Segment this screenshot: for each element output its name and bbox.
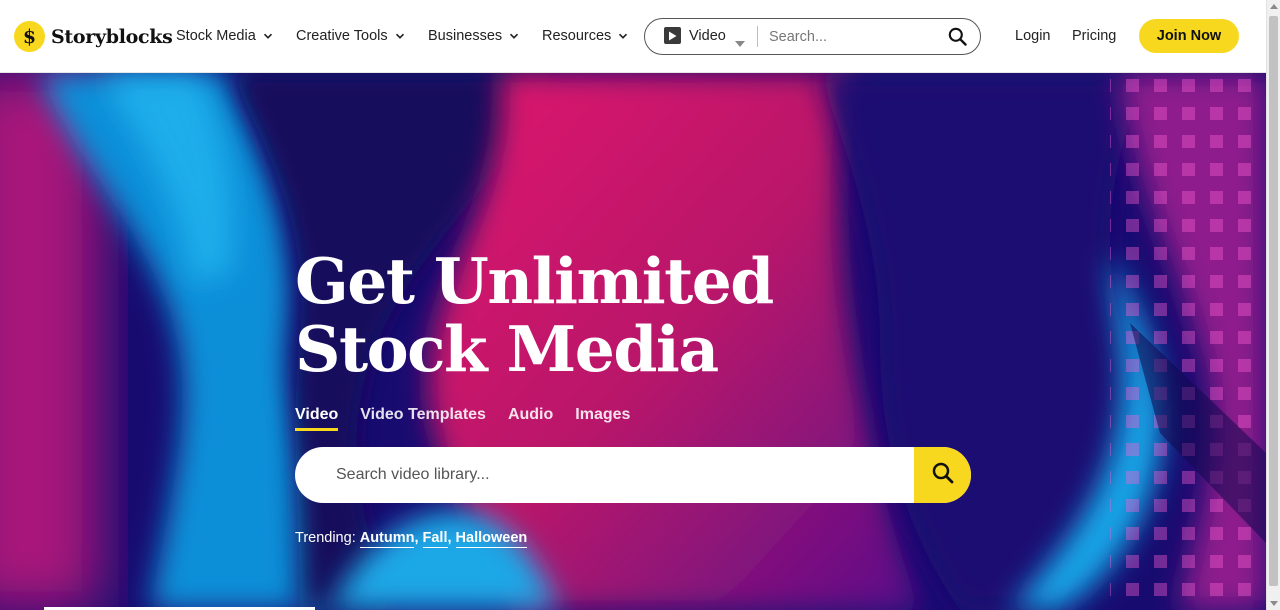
header-search-bar: Video	[644, 18, 981, 55]
hero-section: Get Unlimited Stock Media Video Video Te…	[0, 73, 1266, 610]
nav-resources[interactable]: Resources	[542, 28, 628, 44]
chevron-down-icon	[618, 31, 628, 41]
logo[interactable]: $ Storyblocks	[14, 21, 173, 52]
hero-search-button[interactable]	[914, 447, 971, 503]
nav-businesses[interactable]: Businesses	[428, 28, 519, 44]
nav-label: Businesses	[428, 28, 503, 44]
trending-link-halloween[interactable]: Halloween	[455, 530, 528, 548]
logo-text: Storyblocks	[51, 25, 173, 48]
chevron-down-icon	[395, 31, 405, 41]
hero-title-line-1: Get Unlimited	[295, 244, 774, 318]
header-search-input[interactable]	[769, 27, 939, 47]
trending-separator: ,	[414, 530, 419, 546]
logo-mark-icon: $	[14, 21, 45, 52]
trending-row: Trending: Autumn , Fall , Halloween	[295, 530, 528, 548]
site-header: $ Storyblocks Stock Media Creative Tools…	[0, 0, 1266, 73]
hero-title-line-2: Stock Media	[295, 312, 719, 386]
nav-stock-media[interactable]: Stock Media	[176, 28, 273, 44]
caret-down-icon[interactable]	[735, 34, 745, 52]
pricing-link[interactable]: Pricing	[1072, 28, 1116, 44]
scroll-down-arrow-icon[interactable]	[1270, 601, 1278, 606]
scrollbar-thumb[interactable]	[1269, 16, 1278, 586]
search-icon	[932, 462, 954, 489]
trending-separator: ,	[447, 530, 452, 546]
media-tabs: Video Video Templates Audio Images	[295, 406, 652, 431]
hero-search-input[interactable]	[336, 464, 896, 486]
tab-images[interactable]: Images	[575, 406, 630, 431]
media-type-select[interactable]: Video	[664, 27, 726, 44]
trending-link-fall[interactable]: Fall	[422, 530, 448, 548]
nav-creative-tools[interactable]: Creative Tools	[296, 28, 405, 44]
chevron-down-icon	[263, 31, 273, 41]
tab-audio[interactable]: Audio	[508, 406, 553, 431]
login-link[interactable]: Login	[1015, 28, 1050, 44]
media-type-label: Video	[689, 27, 726, 44]
nav-label: Creative Tools	[296, 28, 388, 44]
search-divider	[757, 26, 758, 47]
chevron-down-icon	[509, 31, 519, 41]
trending-link-autumn[interactable]: Autumn	[359, 530, 415, 548]
hero-title: Get Unlimited Stock Media	[295, 244, 774, 386]
page-scrollbar[interactable]	[1266, 0, 1280, 610]
nav-label: Stock Media	[176, 28, 256, 44]
search-icon[interactable]	[948, 27, 967, 51]
join-now-button[interactable]: Join Now	[1139, 19, 1239, 53]
play-icon	[664, 27, 681, 44]
tab-video[interactable]: Video	[295, 406, 339, 431]
hero-search-bar	[295, 447, 971, 503]
trending-label: Trending:	[295, 530, 356, 546]
nav-label: Resources	[542, 28, 612, 44]
scroll-up-arrow-icon[interactable]	[1270, 4, 1278, 9]
tab-video-templates[interactable]: Video Templates	[360, 406, 486, 431]
